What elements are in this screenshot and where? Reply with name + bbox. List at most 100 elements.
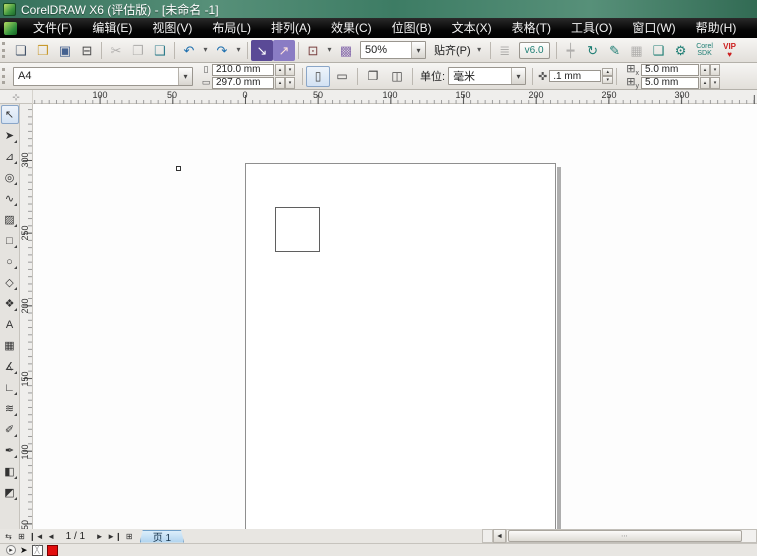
nudge-distance-field[interactable] xyxy=(549,70,601,82)
last-page-button[interactable]: ►❙ xyxy=(106,530,123,542)
shape-tool[interactable]: ➤ xyxy=(1,126,19,145)
application-launcher-dropdown[interactable]: ▾ xyxy=(324,40,335,61)
menu-table[interactable]: 表格(T) xyxy=(502,18,561,38)
fill-color-swatch[interactable] xyxy=(47,545,58,556)
outline-pen-tool[interactable]: ✒ xyxy=(1,441,19,460)
save-button[interactable]: ▣ xyxy=(54,40,76,61)
scroll-left-button[interactable]: ◄ xyxy=(493,529,506,543)
text-tool[interactable]: A xyxy=(1,315,19,334)
snap-to-menu[interactable]: 贴齐(P) ▾ xyxy=(431,40,485,61)
bitmap-trace-button[interactable]: ↻ xyxy=(582,40,604,61)
corel-sdk-button[interactable]: Corel SDK xyxy=(692,43,718,57)
page-width-field[interactable] xyxy=(212,64,274,76)
smart-fill-tool[interactable]: ▨ xyxy=(1,210,19,229)
spin-down-icon[interactable]: ▾ xyxy=(285,77,295,89)
page-tab[interactable]: 页 1 xyxy=(140,530,184,543)
print-button[interactable]: ⊟ xyxy=(76,40,98,61)
copy-button[interactable]: ❐ xyxy=(127,40,149,61)
scrollbar-resize-box[interactable] xyxy=(482,529,493,543)
blend-tool[interactable]: ≋ xyxy=(1,399,19,418)
spin-down-icon[interactable]: ▾ xyxy=(285,64,295,76)
landscape-button[interactable]: ▭ xyxy=(330,66,354,87)
app-gallery-button[interactable]: ⚙ xyxy=(670,40,692,61)
freehand-tool[interactable]: ∿ xyxy=(1,189,19,208)
undo-button[interactable]: ↶ xyxy=(178,40,200,61)
menu-bitmaps[interactable]: 位图(B) xyxy=(382,18,442,38)
paste-button[interactable]: ❑ xyxy=(149,40,171,61)
polygon-tool[interactable]: ◇ xyxy=(1,273,19,292)
crop-tool[interactable]: ⊿ xyxy=(1,147,19,166)
menu-arrange[interactable]: 排列(A) xyxy=(261,18,321,38)
menu-window[interactable]: 窗口(W) xyxy=(622,18,685,38)
open-button[interactable]: ❒ xyxy=(32,40,54,61)
spin-up-icon[interactable]: ▴ xyxy=(275,77,285,89)
zoom-level-combo[interactable]: 50% ▾ xyxy=(360,41,426,59)
snap-dropdown-icon[interactable]: ▾ xyxy=(474,40,485,61)
add-page-button-2[interactable]: ⊞ xyxy=(123,530,136,542)
page-curl-button[interactable]: ⇆ xyxy=(2,530,15,542)
ruler-origin-button[interactable]: ⊹ xyxy=(0,90,33,104)
menu-view[interactable]: 视图(V) xyxy=(142,18,202,38)
pick-tool[interactable]: ↖ xyxy=(1,105,19,124)
spin-down-icon[interactable]: ▾ xyxy=(602,76,613,84)
spin-up-icon[interactable]: ▴ xyxy=(275,64,285,76)
spin-down-icon[interactable]: ▾ xyxy=(710,77,720,89)
basic-shapes-tool[interactable]: ❖ xyxy=(1,294,19,313)
duplicate-y-field[interactable] xyxy=(641,77,699,89)
spin-up-icon[interactable]: ▴ xyxy=(700,77,710,89)
menu-help[interactable]: 帮助(H) xyxy=(686,18,747,38)
menu-effects[interactable]: 效果(C) xyxy=(321,18,382,38)
color-eyedropper-tool[interactable]: ✐ xyxy=(1,420,19,439)
menu-text[interactable]: 文本(X) xyxy=(442,18,502,38)
add-page-button[interactable]: ⊞ xyxy=(15,530,28,542)
new-document-button[interactable]: ❏ xyxy=(10,40,32,61)
zoom-dropdown-icon[interactable]: ▾ xyxy=(411,42,425,58)
cut-button[interactable]: ✂ xyxy=(105,40,127,61)
menu-file[interactable]: 文件(F) xyxy=(23,18,82,38)
spin-down-icon[interactable]: ▾ xyxy=(710,64,720,76)
toolbar-grip[interactable] xyxy=(2,42,7,58)
import-button[interactable]: ↘ xyxy=(251,40,273,61)
all-pages-layout-button[interactable]: ❐ xyxy=(361,66,385,87)
whats-new-button[interactable]: v6.0 xyxy=(519,42,550,59)
vip-membership-button[interactable]: VIP ♥ xyxy=(718,43,742,58)
options-button[interactable]: ≣ xyxy=(494,40,516,61)
units-combo[interactable]: 毫米 ▾ xyxy=(448,67,526,85)
interactive-fill-tool[interactable]: ◩ xyxy=(1,483,19,502)
menu-tools[interactable]: 工具(O) xyxy=(561,18,622,38)
no-fill-swatch[interactable]: ╳ xyxy=(32,545,43,556)
table-tool[interactable]: ▦ xyxy=(1,336,19,355)
fill-tool[interactable]: ◧ xyxy=(1,462,19,481)
menu-edit[interactable]: 编辑(E) xyxy=(82,18,142,38)
property-bar-grip[interactable] xyxy=(2,68,7,84)
next-page-button[interactable]: ► xyxy=(93,530,106,542)
spin-up-icon[interactable]: ▴ xyxy=(602,68,613,76)
spin-up-icon[interactable]: ▴ xyxy=(700,64,710,76)
page-height-field[interactable] xyxy=(212,77,274,89)
first-page-button[interactable]: ❙◄ xyxy=(28,530,45,542)
rectangle-tool[interactable]: □ xyxy=(1,231,19,250)
zoom-tool[interactable]: ◎ xyxy=(1,168,19,187)
publish-html-button[interactable]: ▦ xyxy=(626,40,648,61)
copy-clipboard-button[interactable]: ❑ xyxy=(648,40,670,61)
paper-preset-dropdown-icon[interactable]: ▾ xyxy=(178,68,192,85)
status-play-icon[interactable]: ▸ xyxy=(6,545,16,555)
horizontal-ruler[interactable]: 10050050100150200250300 xyxy=(33,90,757,104)
portrait-button[interactable]: ▯ xyxy=(306,66,330,87)
duplicate-x-field[interactable] xyxy=(641,64,699,76)
units-dropdown-icon[interactable]: ▾ xyxy=(511,68,525,84)
redo-dropdown[interactable]: ▾ xyxy=(233,40,244,61)
ellipse-tool[interactable]: ○ xyxy=(1,252,19,271)
current-page-layout-button[interactable]: ◫ xyxy=(385,66,409,87)
launch-app-button[interactable]: ✎ xyxy=(604,40,626,61)
drawn-rectangle[interactable] xyxy=(275,207,320,252)
export-button[interactable]: ↗ xyxy=(273,40,295,61)
undo-dropdown[interactable]: ▾ xyxy=(200,40,211,61)
paper-preset-combo[interactable]: A4 ▾ xyxy=(13,67,193,86)
dimension-tool[interactable]: ∡ xyxy=(1,357,19,376)
connector-tool[interactable]: ∟ xyxy=(1,378,19,397)
menu-layout[interactable]: 布局(L) xyxy=(202,18,261,38)
welcome-screen-button[interactable]: ▩ xyxy=(335,40,357,61)
scrollbar-thumb[interactable]: ⋯ xyxy=(508,530,742,542)
alignment-guides-button[interactable]: ┿ xyxy=(560,40,582,61)
